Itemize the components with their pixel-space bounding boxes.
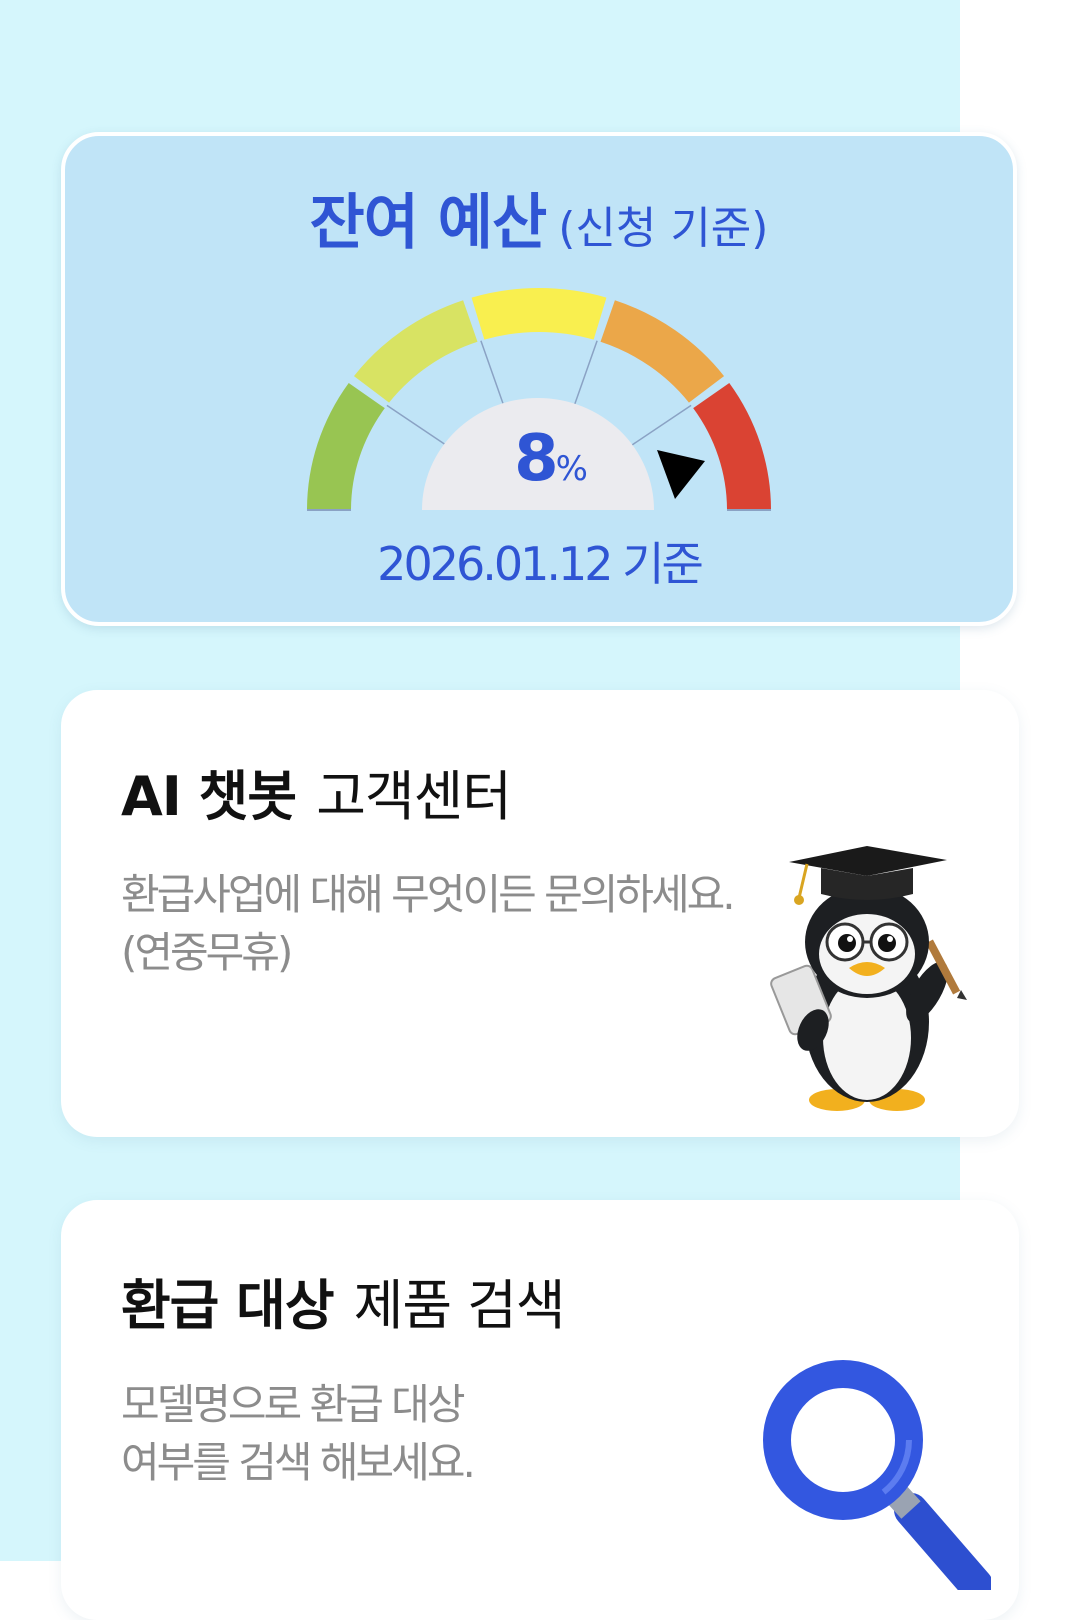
gauge-percent: 8% [501, 419, 601, 515]
gauge-segment-5 [693, 382, 771, 510]
gauge-segment-2 [353, 300, 478, 403]
gauge-divider-3 [572, 340, 598, 410]
magnifier-icon [763, 1360, 991, 1590]
search-title-light: 제품 검색 [353, 1274, 566, 1337]
search-description: 모델명으로 환급 대상 여부를 검색 해보세요. [121, 1376, 476, 1492]
budget-date: 2026.01.12 기준 [377, 537, 704, 591]
chatbot-title: AI 챗봇 고객센터 [121, 762, 512, 832]
gauge-divider-1 [386, 404, 451, 449]
chatbot-description-line2: (연중무휴) [121, 928, 293, 977]
search-title-strong: 환급 대상 [121, 1274, 335, 1337]
gauge-divider-2 [480, 340, 506, 410]
gauge-percent-unit: % [555, 449, 588, 489]
ai-chatbot-card[interactable]: AI 챗봇 고객센터 환급사업에 대해 무엇이든 문의하세요. (연중무휴) [61, 690, 1019, 1137]
chatbot-title-strong: AI 챗봇 [121, 765, 297, 828]
search-title: 환급 대상 제품 검색 [121, 1271, 566, 1341]
gauge-pointer-icon [657, 450, 705, 499]
penguin-graduate-icon [770, 846, 967, 1111]
chatbot-description-line1: 환급사업에 대해 무엇이든 문의하세요. [121, 870, 736, 919]
gauge-segment-1 [307, 382, 385, 510]
gauge-percent-value: 8 [514, 422, 558, 496]
gauge-segment-3 [471, 288, 607, 340]
search-description-line2: 여부를 검색 해보세요. [121, 1438, 476, 1487]
product-search-card[interactable]: 환급 대상 제품 검색 모델명으로 환급 대상 여부를 검색 해보세요. [61, 1200, 1019, 1620]
chatbot-description: 환급사업에 대해 무엇이든 문의하세요. (연중무휴) [121, 866, 736, 982]
search-description-line1: 모델명으로 환급 대상 [121, 1380, 465, 1429]
gauge-divider-4 [627, 404, 692, 449]
remaining-budget-card[interactable]: 잔여 예산 (신청 기준) 8% 2026.01.12 기준 [61, 132, 1017, 626]
chatbot-title-light: 고객센터 [316, 765, 512, 828]
gauge-segment-4 [600, 300, 725, 403]
